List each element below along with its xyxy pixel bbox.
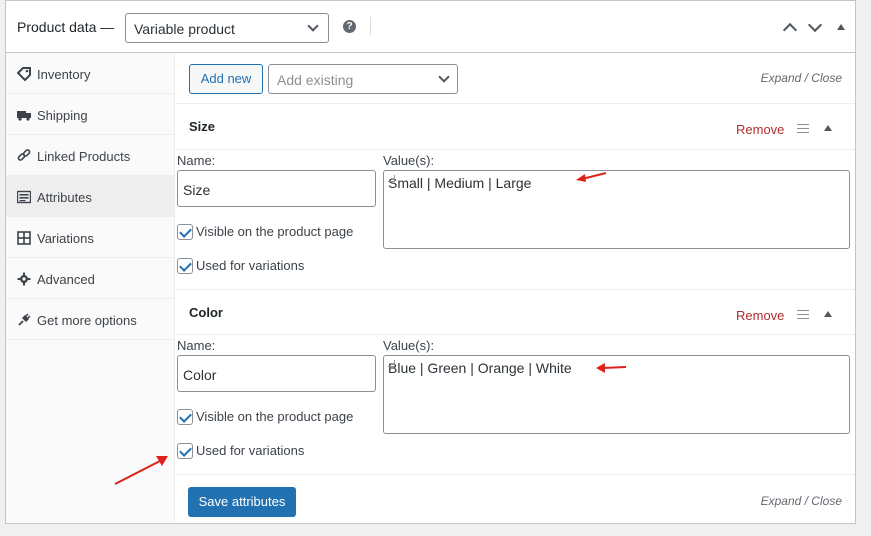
attribute-values-textarea[interactable]: Small | Medium | Large [383,170,850,249]
expand-close-link[interactable]: Expand / Close [761,494,842,508]
resize-grip-icon[interactable] [388,360,395,367]
tab-label: Attributes [37,190,92,205]
add-new-button[interactable]: Add new [189,64,263,94]
tab-advanced[interactable]: Advanced [6,258,175,299]
collapse-triangle-icon[interactable] [837,24,845,30]
attribute-header[interactable]: Size Remove [176,104,855,150]
attribute-values-value: Blue | Green | Orange | White [388,360,572,376]
tab-label: Inventory [37,67,91,82]
checkbox-label: Visible on the product page [196,224,354,239]
attribute-name-value: Size [183,182,211,198]
attributes-footer: Save attributes Expand / Close [176,474,855,523]
values-label: Value(s): [383,153,435,168]
attributes-panel: Add new Add existing Expand / Close Size… [176,53,855,523]
checkbox-checked-icon[interactable] [177,224,193,240]
attributes-toolbar: Add new Add existing Expand / Close [176,53,855,104]
tab-linked-products[interactable]: Linked Products [6,135,175,176]
attribute-name-input[interactable]: Size [177,170,376,207]
checkbox-label: Used for variations [196,443,305,458]
name-label: Name: [177,153,216,168]
checkbox-label: Used for variations [196,258,305,273]
drag-handle-icon[interactable] [797,124,809,133]
attribute-name-input[interactable]: Color [177,355,376,392]
remove-link[interactable]: Remove [736,308,784,323]
attribute-header[interactable]: Color Remove [176,289,855,335]
chevron-down-icon [438,71,450,83]
tab-label: Shipping [37,108,88,123]
chevron-up-icon[interactable] [782,22,798,38]
gear-icon [17,272,31,286]
tab-variations[interactable]: Variations [6,217,175,258]
drag-handle-icon[interactable] [797,310,809,319]
resize-grip-icon[interactable] [388,175,395,182]
collapse-triangle-icon[interactable] [824,311,832,317]
plugin-icon [18,313,31,326]
list-icon [17,190,31,204]
help-icon[interactable]: ? [343,20,356,33]
tab-shipping[interactable]: Shipping [6,94,175,135]
tab-label: Variations [37,231,94,246]
tab-label: Get more options [37,313,137,328]
chevron-down-icon[interactable] [807,17,823,33]
product-type-select[interactable]: Variable product [125,13,329,43]
attribute-title: Size [189,119,216,134]
annotation-arrow-icon [576,172,607,182]
link-icon [17,149,31,161]
add-existing-select[interactable]: Add existing [268,64,458,94]
name-label: Name: [177,338,216,353]
tab-label: Advanced [37,272,95,287]
annotation-arrow-icon [596,363,627,373]
attribute-values-value: Small | Medium | Large [388,175,532,191]
tab-label: Linked Products [37,149,131,164]
save-attributes-button[interactable]: Save attributes [188,487,296,517]
collapse-triangle-icon[interactable] [824,125,832,131]
product-data-header: Product data — Variable product ? [6,1,855,53]
panel-title: Product data — [17,19,115,35]
divider [370,17,371,35]
attribute-name-value: Color [183,367,217,383]
tab-inventory[interactable]: Inventory [6,53,175,94]
product-data-panel: Product data — Variable product ? Invent… [5,0,856,524]
chevron-down-icon [307,20,319,32]
tag-icon [17,67,31,81]
add-existing-placeholder: Add existing [277,72,354,88]
truck-icon [17,111,31,121]
annotation-arrow-icon [114,456,168,485]
tab-attributes[interactable]: Attributes [6,176,175,217]
product-type-value: Variable product [134,21,235,37]
tab-get-more-options[interactable]: Get more options [6,299,175,340]
remove-link[interactable]: Remove [736,122,784,137]
grid-icon [17,231,31,245]
expand-close-link[interactable]: Expand / Close [761,71,842,85]
values-label: Value(s): [383,338,435,353]
checkbox-checked-icon[interactable] [177,409,193,425]
checkbox-checked-icon[interactable] [177,258,193,274]
attribute-title: Color [189,305,223,320]
checkbox-label: Visible on the product page [196,409,354,424]
checkbox-checked-icon[interactable] [177,443,193,459]
